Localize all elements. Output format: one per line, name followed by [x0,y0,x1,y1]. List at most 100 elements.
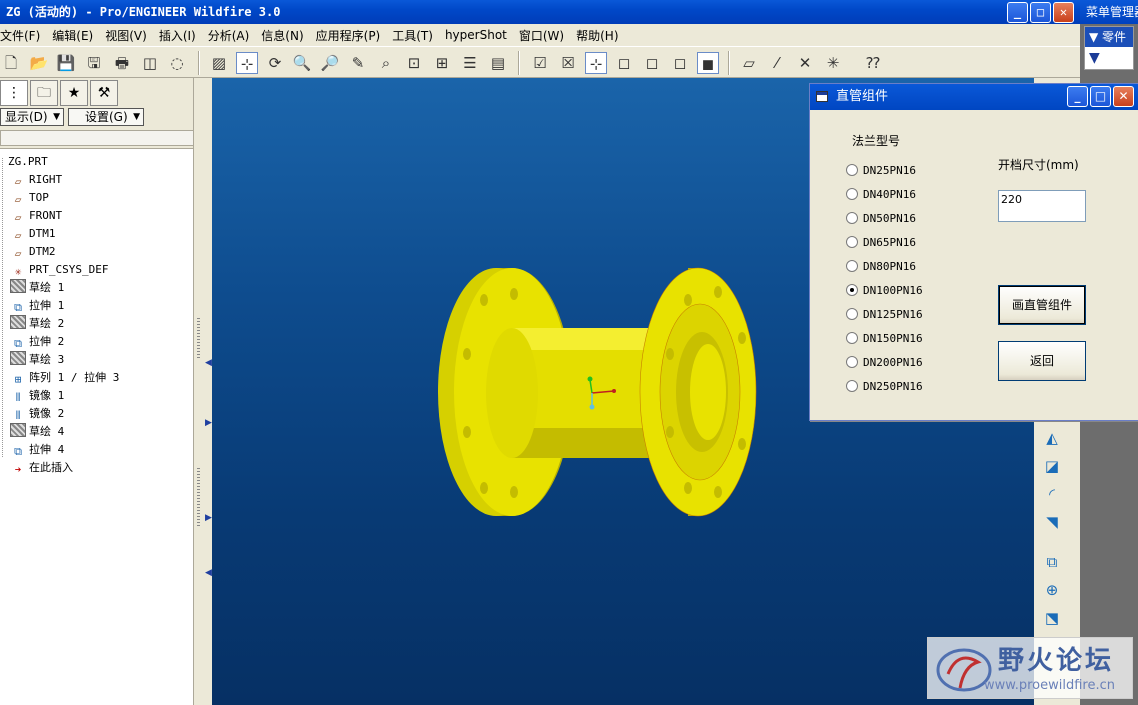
menu-item[interactable]: 工具(T) [392,27,439,44]
draw-pipe-button[interactable]: 画直管组件 [998,285,1086,325]
repaint-icon[interactable]: ▨ [208,52,230,74]
flange-option[interactable]: DN250PN16 [846,378,923,394]
menu-item[interactable]: 分析(A) [208,27,256,44]
sweep-icon[interactable]: ⬔ [1040,606,1064,630]
flange-option[interactable]: DN40PN16 [846,186,916,202]
dialog-maximize-button[interactable]: □ [1090,86,1111,107]
close-window-icon[interactable]: ◫ [139,52,161,74]
zoom-out-icon[interactable]: 🔎 [319,52,341,74]
radio-button[interactable] [846,332,858,344]
save-copy-icon[interactable]: 🖫 [83,52,105,74]
tree-item[interactable]: 草绘 4 [10,423,64,441]
navigator-splitter[interactable] [193,78,201,705]
chevron-left-icon[interactable]: ◀ [205,358,212,368]
wireframe-icon[interactable]: ◻ [613,52,635,74]
save-icon[interactable]: 💾 [55,52,77,74]
radio-button[interactable] [846,308,858,320]
menu-manager-part-item[interactable]: ▼ 零件 [1085,27,1133,47]
layers-icon[interactable]: ☰ [459,52,481,74]
dialog-close-button[interactable]: ✕ [1113,86,1134,107]
context-help-icon[interactable]: ⁇ [862,52,884,74]
hidden-line-icon[interactable]: ◻ [641,52,663,74]
view-manager-icon[interactable]: ⌕ [375,52,397,74]
model-tree-tab[interactable]: ⋮ [0,80,28,106]
print-icon[interactable]: 🖶 [111,52,133,74]
minimize-button[interactable]: _ [1007,2,1028,23]
chamfer-icon[interactable]: ◥ [1040,510,1064,534]
radio-button[interactable] [846,356,858,368]
favorites-tab[interactable]: ★ [60,80,88,106]
chevron-right-icon[interactable]: ▶ [205,418,212,428]
folder-tab[interactable]: 🗀 [30,80,58,106]
saved-views-icon[interactable]: ⊡ [403,52,425,74]
revolve-icon[interactable]: ⊕ [1040,578,1064,602]
shell-icon[interactable]: ◪ [1040,454,1064,478]
close-icon[interactable]: ☒ [557,52,579,74]
flange-option[interactable]: DN80PN16 [846,258,916,274]
navigator-collapse-bar[interactable]: ◀ ▶ ▶ ◀ [200,78,212,705]
tree-item[interactable]: ▱ RIGHT [10,171,62,189]
menu-item[interactable]: 窗口(W) [519,27,570,44]
flange-option[interactable]: DN65PN16 [846,234,916,250]
new-file-icon[interactable]: 🗋 [0,52,22,74]
csys-toggle-icon[interactable]: ✳ [822,52,844,74]
tree-item[interactable]: ✳ PRT_CSYS_DEF [10,261,109,279]
size-input[interactable]: 220 [998,190,1086,222]
tree-item[interactable]: ⫴ 镜像 1 [10,387,65,405]
menu-item[interactable]: 应用程序(P) [316,27,387,44]
maximize-button[interactable]: □ [1030,2,1051,23]
flange-option[interactable]: DN200PN16 [846,354,923,370]
tree-item[interactable]: ZG.PRT [8,153,48,171]
menu-item[interactable]: 视图(V) [105,27,153,44]
flange-option[interactable]: DN150PN16 [846,330,923,346]
tree-item[interactable]: 草绘 1 [10,279,64,297]
tree-item[interactable]: ▱ FRONT [10,207,62,225]
flange-option[interactable]: DN125PN16 [846,306,923,322]
connections-tab[interactable]: ⚒ [90,80,118,106]
regenerate-icon[interactable]: ☑ [529,52,551,74]
radio-button[interactable] [846,236,858,248]
tree-item[interactable]: ➔ 在此插入 [10,459,73,477]
radio-button[interactable] [846,188,858,200]
round-icon[interactable]: ◜ [1040,482,1064,506]
radio-button[interactable] [846,164,858,176]
no-hidden-icon[interactable]: ◻ [669,52,691,74]
spin-center-icon[interactable]: ⊹ [236,52,258,74]
menu-item[interactable]: 插入(I) [159,27,202,44]
flange-option[interactable]: DN100PN16 [846,282,923,298]
menu-item[interactable]: 信息(N) [261,27,309,44]
radio-button[interactable] [846,380,858,392]
close-button[interactable]: ✕ [1053,2,1074,23]
appearance-icon[interactable]: ▤ [487,52,509,74]
csys-display-icon[interactable]: ⊹ [585,52,607,74]
extrude-icon[interactable]: ⧉ [1040,550,1064,574]
named-view-icon[interactable]: ⊞ [431,52,453,74]
radio-button[interactable] [846,260,858,272]
back-button[interactable]: 返回 [998,341,1086,381]
flange-option[interactable]: DN50PN16 [846,210,916,226]
dialog-minimize-button[interactable]: _ [1067,86,1088,107]
open-file-icon[interactable]: 📂 [28,52,50,74]
tree-item[interactable]: ⫴ 镜像 2 [10,405,65,423]
chevron-right-icon[interactable]: ▶ [205,513,212,523]
show-dropdown[interactable]: 显示(D) ▼ [0,108,64,126]
flange-option[interactable]: DN25PN16 [846,162,916,178]
chevron-left-icon[interactable]: ◀ [205,568,212,578]
settings-dropdown[interactable]: 设置(G) ▼ [68,108,144,126]
zoom-in-icon[interactable]: 🔍 [291,52,313,74]
menu-item[interactable]: 编辑(E) [52,27,99,44]
menu-item[interactable]: 文件(F) [0,27,46,44]
radio-button[interactable] [846,212,858,224]
orient-mode-icon[interactable]: ⟳ [264,52,286,74]
tree-item[interactable]: 草绘 3 [10,351,64,369]
tree-item[interactable]: ▱ DTM1 [10,225,56,243]
tree-item[interactable]: ▱ DTM2 [10,243,56,261]
tree-item[interactable]: ⧉ 拉伸 1 [10,297,64,315]
radio-button[interactable] [846,284,858,296]
erase-icon[interactable]: ◌ [166,52,188,74]
menu-item[interactable]: hyperShot [445,28,513,42]
tree-item[interactable]: ▱ TOP [10,189,49,207]
datum-points-icon[interactable]: ✕ [794,52,816,74]
tree-item[interactable]: ⧉ 拉伸 4 [10,441,64,459]
tree-item[interactable]: 草绘 2 [10,315,64,333]
